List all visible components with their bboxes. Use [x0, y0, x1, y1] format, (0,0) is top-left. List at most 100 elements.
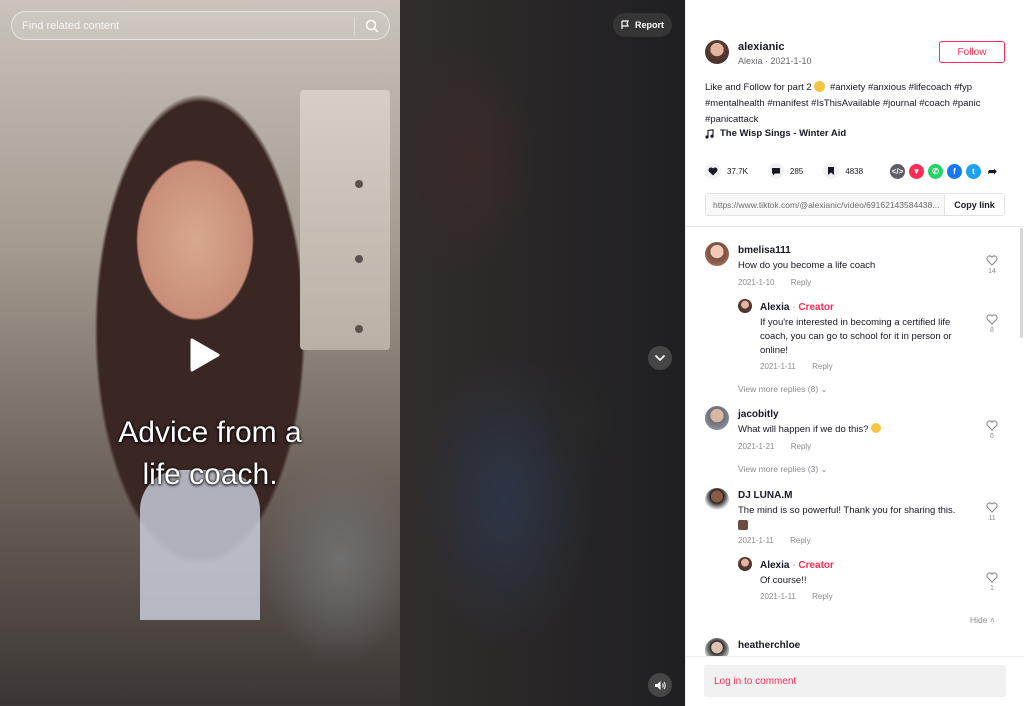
author-avatar[interactable]	[705, 40, 729, 64]
commenter-name[interactable]: DJ LUNA.M	[738, 490, 792, 501]
reply-link[interactable]: Reply	[791, 278, 811, 287]
send-icon[interactable]: ▼	[909, 164, 924, 179]
creator-badge: Creator	[798, 560, 834, 571]
music-note-icon	[705, 128, 714, 139]
comment-item: bmelisa111 How do you become a life coac…	[686, 228, 1024, 298]
whatsapp-icon[interactable]: ✆	[928, 164, 943, 179]
hashtag[interactable]: #panic	[953, 98, 981, 109]
comment-like-button[interactable]: 6	[985, 420, 999, 440]
search-icon[interactable]	[355, 12, 389, 40]
comment-meta: 2021-1-10 Reply	[738, 278, 825, 287]
comment-count: 285	[789, 166, 804, 176]
reply-link[interactable]: Reply	[812, 362, 832, 371]
search-box[interactable]	[11, 11, 390, 40]
play-icon[interactable]	[184, 336, 222, 374]
link-box: https://www.tiktok.com/@alexianic/video/…	[705, 193, 1005, 216]
search-input[interactable]	[12, 12, 354, 39]
commenter-name[interactable]: bmelisa111	[738, 245, 791, 256]
comment-like-button[interactable]: 8	[985, 314, 999, 334]
copy-link-button[interactable]: Copy link	[944, 194, 1004, 215]
comment-like-button[interactable]: 1	[985, 572, 999, 592]
hashtag[interactable]: #lifecoach	[909, 82, 952, 93]
follow-button[interactable]: Follow	[939, 41, 1005, 63]
post-date: 2021-1-10	[770, 56, 812, 66]
commenter-avatar[interactable]	[705, 638, 729, 656]
comment-like-count: 14	[988, 268, 996, 275]
commenter-name[interactable]: heatherchloe	[738, 640, 800, 651]
comment-date: 2021-1-21	[738, 442, 775, 451]
commenter-avatar[interactable]	[705, 406, 729, 430]
reply-link[interactable]: Reply	[791, 442, 811, 451]
dresser-knob	[355, 325, 363, 333]
comment-text: If you're interested in becoming a certi…	[760, 317, 952, 356]
comment-like-count: 8	[990, 327, 994, 334]
comment-like-count: 11	[988, 515, 996, 522]
commenter-avatar[interactable]	[738, 299, 752, 313]
heart-outline-icon	[986, 255, 998, 266]
commenter-name[interactable]: Alexia · Creator	[760, 302, 834, 313]
flag-icon	[621, 20, 629, 29]
reply-link[interactable]: Reply	[812, 592, 832, 601]
music-title: The Wisp Sings - Winter Aid	[720, 128, 847, 139]
reply-item: Alexia · Creator Of course!! 2021-1-11 R…	[686, 556, 1024, 606]
dresser-knob	[355, 180, 363, 188]
hashtag[interactable]: #panicattack	[705, 114, 758, 125]
hashtag[interactable]: #fyp	[954, 82, 972, 93]
comments-scrollbar[interactable]	[1020, 228, 1023, 338]
chevron-down-icon: ⌄	[820, 464, 828, 474]
like-stat[interactable]: 37.7K	[705, 163, 748, 179]
chevron-down-icon	[654, 354, 666, 362]
comment-meta: 2021-1-11 Reply	[738, 536, 825, 545]
dresser-knob	[355, 255, 363, 263]
hashtag[interactable]: #anxious	[868, 82, 906, 93]
engagement-stats: 37.7K 285 4838	[705, 163, 883, 179]
comment-meta: 2021-1-11 Reply	[760, 362, 847, 371]
share-arrow-icon[interactable]: ➦	[985, 164, 1000, 179]
login-to-comment-button[interactable]: Log in to comment	[704, 665, 1006, 697]
commenter-name-text: Alexia	[760, 560, 790, 571]
hashtag[interactable]: #IsThisAvailable	[811, 98, 880, 109]
view-more-replies[interactable]: View more replies (8) ⌄	[738, 384, 828, 395]
comment-list[interactable]: bmelisa111 How do you become a life coac…	[686, 228, 1024, 656]
comment-like-count: 6	[990, 433, 994, 440]
report-button[interactable]: Report	[613, 13, 672, 37]
view-more-replies[interactable]: View more replies (3) ⌄	[738, 464, 828, 475]
commenter-avatar[interactable]	[705, 242, 729, 266]
background-dresser	[300, 90, 390, 350]
comment-text: Of course!!	[760, 575, 807, 586]
comment-like-button[interactable]: 11	[985, 502, 999, 522]
comment-date: 2021-1-11	[760, 592, 796, 601]
commenter-name[interactable]: jacobitly	[738, 409, 779, 420]
heart-icon	[705, 163, 721, 179]
comment-like-button[interactable]: 14	[985, 255, 999, 275]
save-stat[interactable]: 4838	[823, 163, 863, 179]
comment-item: DJ LUNA.M The mind is so powerful! Thank…	[686, 480, 1024, 554]
heart-outline-icon	[986, 314, 998, 325]
hide-replies-button[interactable]: Hide ˄	[970, 615, 995, 625]
next-video-button[interactable]	[648, 346, 672, 370]
heart-outline-icon	[986, 420, 998, 431]
comment-text: What will happen if we do this?	[738, 423, 978, 437]
embed-icon[interactable]: </>	[890, 164, 905, 179]
hashtag[interactable]: #coach	[919, 98, 950, 109]
reply-link[interactable]: Reply	[790, 536, 810, 545]
hashtag[interactable]: #anxiety	[830, 82, 865, 93]
hashtag[interactable]: #journal	[883, 98, 917, 109]
commenter-avatar[interactable]	[738, 557, 752, 571]
music-link[interactable]: The Wisp Sings - Winter Aid	[705, 128, 846, 139]
hashtag[interactable]: #mentalhealth	[705, 98, 765, 109]
chevron-down-icon: ⌄	[820, 384, 828, 394]
comment-stat[interactable]: 285	[767, 163, 804, 179]
video-url[interactable]: https://www.tiktok.com/@alexianic/video/…	[706, 200, 944, 210]
comment-date: 2021-1-11	[738, 536, 774, 545]
volume-button[interactable]	[648, 673, 672, 697]
twitter-icon[interactable]: t	[966, 164, 981, 179]
author-username[interactable]: alexianic	[738, 41, 784, 53]
comment-icon	[767, 163, 784, 179]
commenter-avatar[interactable]	[705, 488, 729, 512]
facebook-icon[interactable]: f	[947, 164, 962, 179]
hashtag[interactable]: #manifest	[767, 98, 808, 109]
commenter-name[interactable]: Alexia · Creator	[760, 560, 834, 571]
video-area[interactable]: Report Advice from a life coach.	[0, 0, 685, 706]
volume-icon	[654, 680, 666, 690]
